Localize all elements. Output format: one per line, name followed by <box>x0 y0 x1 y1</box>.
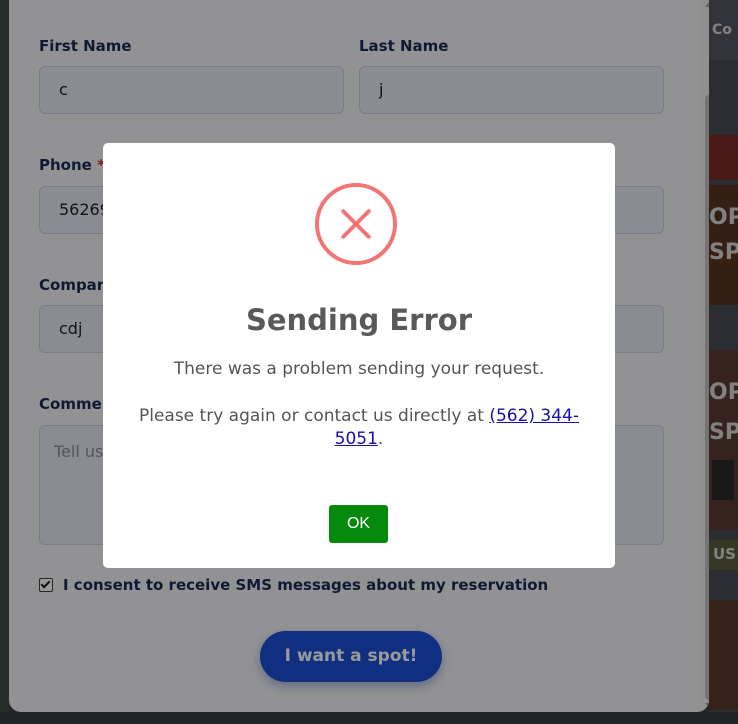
error-dialog: Sending Error There was a problem sendin… <box>103 143 615 568</box>
contact-suffix: . <box>377 429 384 449</box>
dialog-message: There was a problem sending your request… <box>173 359 545 379</box>
dialog-contact-text: Please try again or contact us directly … <box>133 405 585 451</box>
contact-prefix: Please try again or contact us directly … <box>138 406 490 426</box>
error-x-icon <box>315 183 397 265</box>
ok-button[interactable]: OK <box>329 505 388 543</box>
dialog-title: Sending Error <box>245 303 473 337</box>
